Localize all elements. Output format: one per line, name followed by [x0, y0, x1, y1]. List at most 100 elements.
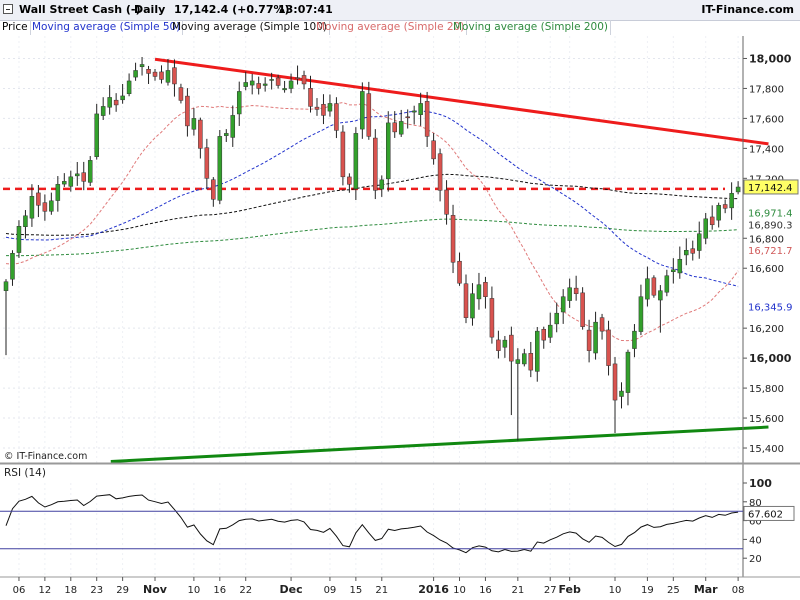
date-axis-label: 06 [13, 585, 26, 596]
candle-body [94, 113, 99, 157]
candle-body [49, 200, 54, 212]
candle-body [269, 79, 274, 81]
candle-body [709, 216, 715, 226]
candle-body [178, 87, 184, 101]
candle-body [100, 106, 106, 116]
candle-body [612, 363, 618, 401]
candle-body [301, 75, 307, 85]
candle-body [684, 249, 689, 256]
candle-body [703, 218, 708, 239]
candle-body [308, 88, 313, 107]
candle-body [476, 284, 482, 300]
candle-body [16, 226, 22, 253]
date-axis-label: 15 [349, 585, 362, 596]
candle-body [444, 189, 449, 215]
candle-body [677, 258, 683, 274]
price-marker-label: 16,721.7 [748, 246, 793, 257]
date-axis-label: 25 [667, 585, 680, 596]
price-axis-label: 17,400 [749, 144, 784, 155]
support-trendline [110, 425, 769, 463]
candle-body [314, 106, 320, 110]
date-axis-label: 10 [188, 585, 201, 596]
candle-body [470, 293, 475, 319]
copyright-text: © IT-Finance.com [4, 451, 87, 462]
candle-body [651, 277, 657, 296]
candle-body [347, 176, 352, 185]
candle-body [29, 196, 35, 219]
candle-body [133, 70, 138, 78]
candle-body [547, 324, 553, 338]
date-axis-label: 16 [479, 585, 492, 596]
price-axis-label: 16,800 [749, 234, 784, 245]
candle-body [638, 296, 644, 332]
candle-body [204, 147, 210, 179]
date-axis-label: 23 [90, 585, 103, 596]
candle-body [249, 80, 255, 86]
candle-body [36, 192, 41, 206]
date-axis-label: Mar [694, 583, 718, 596]
candle-body [243, 82, 248, 87]
candle-body [113, 99, 119, 106]
candle-body [664, 275, 670, 293]
candle-body [541, 328, 547, 341]
candle-body [185, 95, 190, 127]
candle-body [554, 312, 559, 325]
candle-body [217, 136, 223, 201]
candle-body [275, 77, 281, 86]
candle-body [262, 83, 268, 86]
candle-body [81, 172, 87, 182]
candle-body [139, 64, 145, 68]
candle-body [593, 321, 598, 354]
rsi-axis-label: 100 [749, 477, 772, 490]
candle-body [107, 97, 112, 108]
candle-body [392, 122, 397, 133]
grid-layer [3, 36, 743, 577]
candle-body [120, 95, 125, 101]
candle-body [463, 283, 469, 318]
resistance-trendline [154, 57, 769, 146]
price-chart[interactable]: 18,00017,80017,60017,40017,20016,80016,6… [0, 0, 800, 600]
rsi-line [5, 494, 739, 554]
candle-body [535, 330, 540, 372]
candle-body [146, 69, 151, 74]
date-axis-label: 21 [511, 585, 524, 596]
candle-body [360, 91, 365, 130]
candle-body [230, 115, 236, 138]
date-axis-label: 22 [239, 585, 252, 596]
date-axis-label: 2016 [418, 583, 449, 596]
candle-body [515, 359, 521, 364]
candle-body [126, 80, 132, 94]
candle-body [729, 193, 734, 209]
ma50-line [5, 110, 739, 287]
candle-body [567, 287, 572, 301]
candle-body [424, 101, 430, 137]
candle-body [450, 215, 456, 263]
candle-body [3, 281, 9, 291]
price-axis-label: 15,800 [749, 384, 784, 395]
candle-body [580, 292, 585, 327]
candle-body [586, 329, 592, 351]
date-axis-label: 29 [116, 585, 129, 596]
candle-body [431, 140, 436, 160]
candle-body [411, 110, 417, 113]
candle-body [152, 71, 158, 77]
candle-body [198, 119, 203, 149]
date-axis-label: 27 [544, 585, 557, 596]
candle-body [606, 329, 611, 366]
rsi-axis-label: 40 [749, 535, 762, 546]
candle-body [418, 103, 423, 115]
moving-average-layer [5, 101, 739, 554]
candle-body [55, 184, 61, 201]
candle-body [23, 215, 28, 228]
candle-body [159, 71, 164, 80]
price-marker-label: 16,345.9 [748, 302, 793, 313]
date-axis-label: 19 [641, 585, 654, 596]
date-axis-label: Dec [280, 583, 303, 596]
candle-body [42, 202, 48, 212]
candle-body [671, 269, 676, 272]
price-marker-label: 16,890.3 [748, 221, 793, 232]
candle-body [489, 298, 495, 338]
ma200-line [5, 218, 739, 257]
candle-body [87, 160, 93, 183]
rsi-title: RSI (14) [4, 467, 46, 479]
